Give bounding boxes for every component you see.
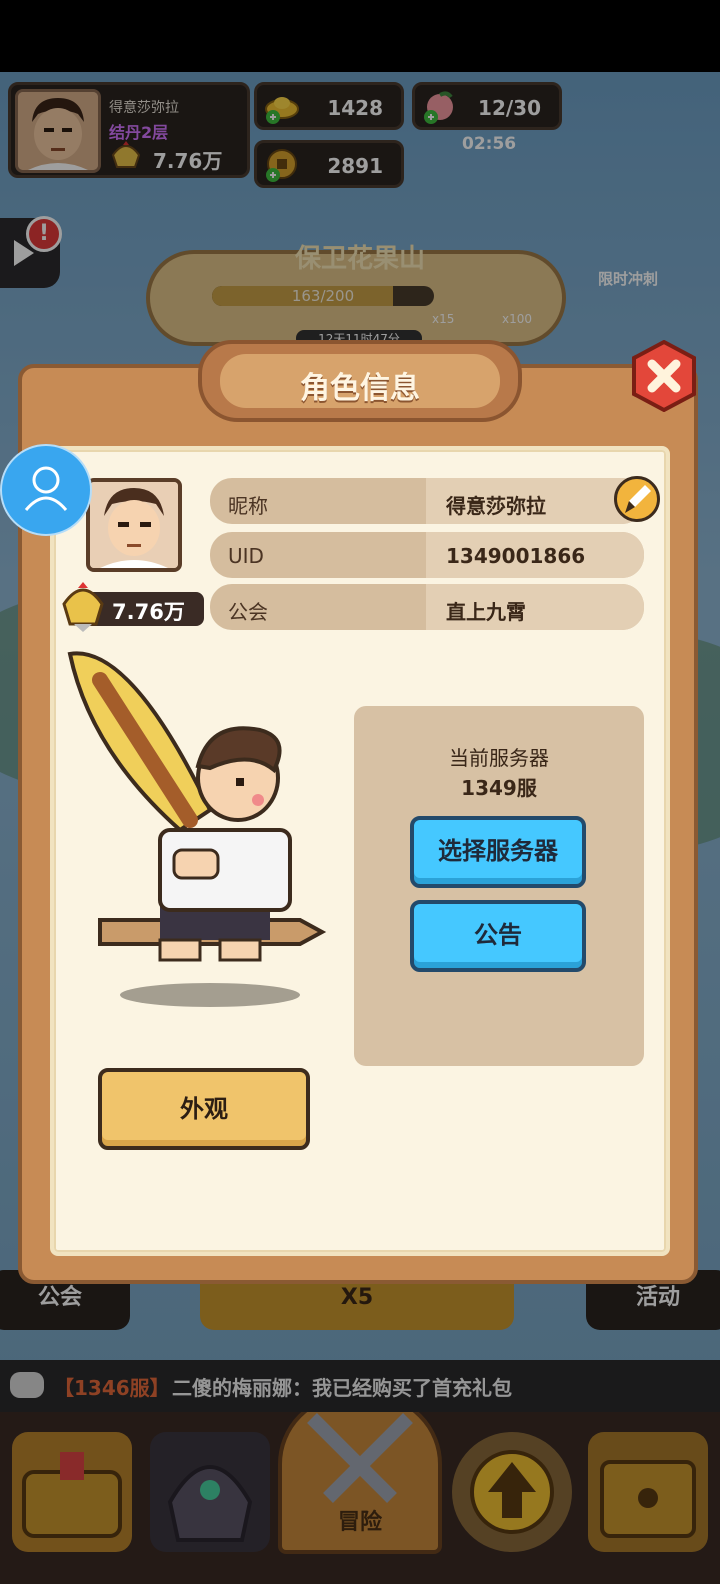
- user-icon: [24, 466, 68, 511]
- helmet-icon: [58, 580, 108, 632]
- nickname-value: 得意莎弥拉: [446, 494, 546, 518]
- power-value: 7.76万: [112, 600, 185, 624]
- character-portrait: [86, 478, 182, 572]
- guild-row: 公会 直上九霄: [210, 584, 644, 630]
- uid-value: 1349001866: [446, 544, 586, 568]
- appearance-button[interactable]: 外观: [98, 1068, 310, 1150]
- hero-illustration: [60, 650, 340, 1020]
- floating-user-button[interactable]: [0, 444, 92, 536]
- select-server-button[interactable]: 选择服务器: [410, 816, 586, 888]
- nickname-label: 昵称: [228, 494, 268, 518]
- close-icon: [632, 339, 696, 413]
- brush-icon: [625, 485, 651, 513]
- nickname-row: 昵称 得意莎弥拉: [210, 478, 644, 524]
- modal-title: 角色信息: [300, 371, 420, 406]
- uid-label: UID: [228, 544, 264, 568]
- guild-label: 公会: [228, 600, 268, 624]
- server-caption: 当前服务器: [449, 746, 549, 770]
- guild-value: 直上九霄: [446, 600, 526, 624]
- status-bar: [0, 0, 720, 72]
- close-button[interactable]: [628, 339, 700, 413]
- edit-nickname-button[interactable]: [614, 476, 660, 522]
- server-name: 1349服: [461, 776, 537, 800]
- announcement-button[interactable]: 公告: [410, 900, 586, 972]
- uid-row: UID 1349001866: [210, 532, 644, 578]
